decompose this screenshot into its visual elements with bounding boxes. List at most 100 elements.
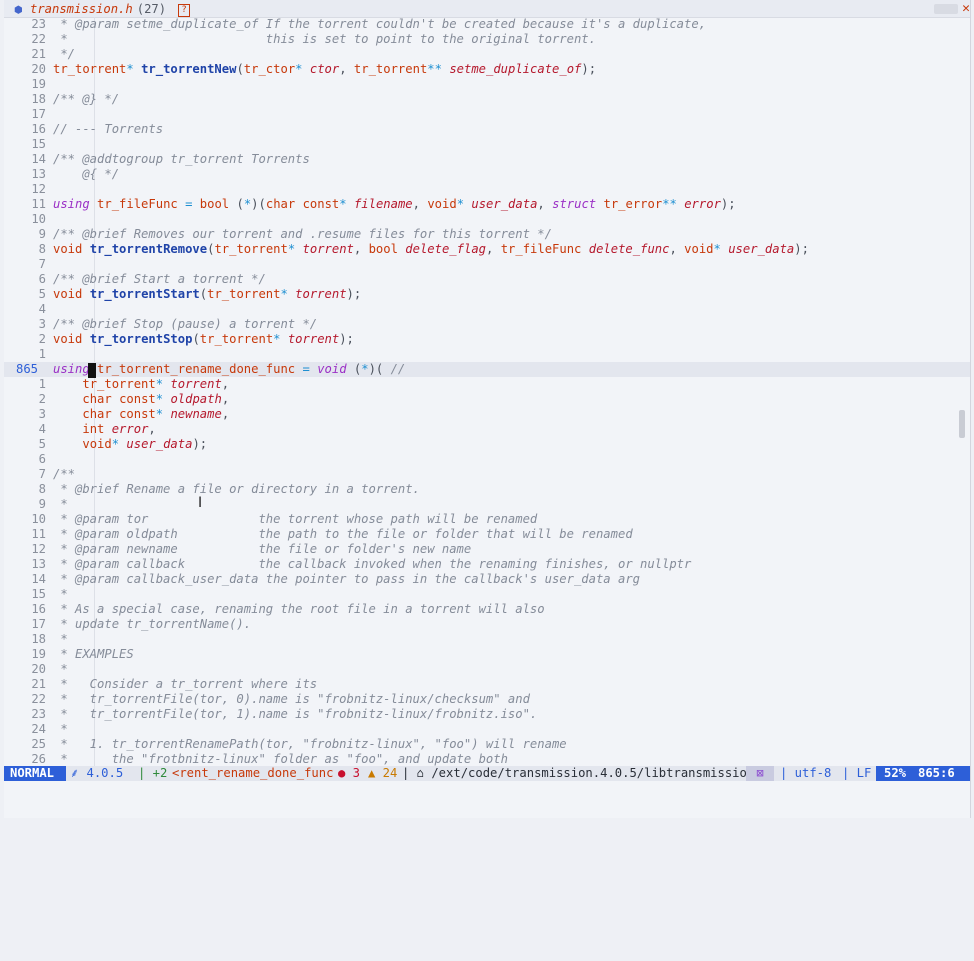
code-token: using: [53, 197, 90, 211]
code-line[interactable]: 4 int error,: [4, 422, 970, 437]
line-number: 13: [31, 557, 46, 571]
code-line[interactable]: 10 * @param tor the torrent whose path w…: [4, 512, 970, 527]
code-line[interactable]: 18 /** @} */: [4, 92, 970, 107]
code-line[interactable]: 13 * @param callback the callback invoke…: [4, 557, 970, 572]
line-number: 3: [38, 317, 46, 331]
code-line[interactable]: 26 * the "frotbnitz-linux" folder as "fo…: [4, 752, 970, 766]
code-token: using: [53, 362, 90, 376]
code-line[interactable]: 6 /** @brief Start a torrent */: [4, 272, 970, 287]
code-token: user_data: [728, 242, 795, 256]
code-line[interactable]: 9 /** @brief Removes our torrent and .res…: [4, 227, 970, 242]
file-type-icon: ⬢: [14, 5, 23, 16]
code-line[interactable]: 13 @{ */: [4, 167, 970, 182]
code-editor[interactable]: 23 * @param setme_duplicate_of If the to…: [4, 17, 970, 766]
code-line[interactable]: 25 * 1. tr_torrentRenamePath(tor, "frobn…: [4, 737, 970, 752]
code-line[interactable]: 11 using tr_fileFunc = bool (*)(char cons…: [4, 197, 970, 212]
line-code: /**: [53, 467, 75, 482]
line-number: 18: [31, 632, 46, 646]
code-line[interactable]: 9 *: [4, 497, 970, 512]
scrollbar-thumb[interactable]: [959, 410, 965, 438]
current-function: <rent_rename_done_func: [172, 766, 334, 780]
code-line[interactable]: 14 /** @addtogroup tr_torrent Torrents: [4, 152, 970, 167]
code-line[interactable]: 11 * @param oldpath the path to the file…: [4, 527, 970, 542]
code-line[interactable]: 7 /**: [4, 467, 970, 482]
code-line[interactable]: 6: [4, 452, 970, 467]
file-path: | ⌂ /ext/code/transmission.4.0.5/libtran…: [402, 766, 755, 780]
navigation-icon: ⊠: [746, 766, 774, 781]
code-line[interactable]: 15: [4, 137, 970, 152]
code-line[interactable]: 1 tr_torrent* torrent,: [4, 377, 970, 392]
code-token: /** @brief Stop (pause) a torrent */: [53, 317, 318, 331]
code-line[interactable]: 10: [4, 212, 970, 227]
code-line[interactable]: 1: [4, 347, 970, 362]
code-line[interactable]: 8 * @brief Rename a file or directory in…: [4, 482, 970, 497]
line-ending: | LF: [842, 766, 872, 780]
line-number: 8: [38, 242, 46, 256]
line-number: 3: [38, 407, 46, 421]
code-line[interactable]: 16 * As a special case, renaming the roo…: [4, 602, 970, 617]
code-token: ,: [353, 242, 369, 256]
code-line[interactable]: 17 * update tr_torrentName().: [4, 617, 970, 632]
code-line[interactable]: 19 * EXAMPLES: [4, 647, 970, 662]
code-token: *: [53, 497, 68, 511]
code-token: (: [346, 362, 362, 376]
code-line[interactable]: 4: [4, 302, 970, 317]
text-cursor: [88, 363, 96, 378]
code-line[interactable]: 14 * @param callback_user_data the point…: [4, 572, 970, 587]
code-line[interactable]: 8 void tr_torrentRemove(tr_torrent* torre…: [4, 242, 970, 257]
line-number: 18: [31, 92, 46, 106]
code-line[interactable]: 20 tr_torrent* tr_torrentNew(tr_ctor* cto…: [4, 62, 970, 77]
line-number: 26: [31, 752, 46, 766]
help-icon[interactable]: ?: [178, 4, 191, 17]
code-line[interactable]: 5 void* user_data);: [4, 437, 970, 452]
code-line[interactable]: 22 * this is set to point to the origina…: [4, 32, 970, 47]
code-line[interactable]: 18 *: [4, 632, 970, 647]
code-line[interactable]: 865 using tr_torrent_rename_done_func = v…: [4, 362, 970, 377]
line-number: 23: [31, 707, 46, 721]
code-line[interactable]: 5 void tr_torrentStart(tr_torrent* torren…: [4, 287, 970, 302]
code-line[interactable]: 12 * @param newname the file or folder's…: [4, 542, 970, 557]
code-line[interactable]: 19: [4, 77, 970, 92]
code-token: )(: [251, 197, 266, 211]
code-line[interactable]: 2 char const* oldpath,: [4, 392, 970, 407]
code-line[interactable]: 17: [4, 107, 970, 122]
code-token: tr_error: [603, 197, 663, 211]
code-token: * the "frotbnitz-linux" folder as "foo",…: [53, 752, 508, 766]
code-token: *: [53, 662, 68, 676]
code-token: //: [390, 362, 406, 376]
code-line[interactable]: 22 * tr_torrentFile(tor, 0).name is "fro…: [4, 692, 970, 707]
code-line[interactable]: 15 *: [4, 587, 970, 602]
command-line[interactable]: [4, 781, 970, 818]
line-number: 21: [31, 47, 46, 61]
code-line[interactable]: 7: [4, 257, 970, 272]
code-line[interactable]: 3 char const* newname,: [4, 407, 970, 422]
close-icon[interactable]: ✕: [959, 1, 973, 16]
code-token: char: [82, 392, 112, 406]
code-token: *: [280, 287, 288, 301]
code-token: * @param setme_duplicate_of If the torre…: [53, 17, 707, 31]
code-token: tr_torrent: [82, 377, 156, 391]
line-code: * Consider a tr_torrent where its: [53, 677, 317, 692]
code-line[interactable]: 24 *: [4, 722, 970, 737]
code-token: void: [82, 437, 112, 451]
line-number: 19: [31, 647, 46, 661]
tab-transmission-h[interactable]: ⬢ transmission.h (27)?: [14, 2, 191, 17]
code-line[interactable]: 16 // --- Torrents: [4, 122, 970, 137]
code-token: error: [111, 422, 149, 436]
line-number: 20: [31, 62, 46, 76]
code-line[interactable]: 23 * @param setme_duplicate_of If the to…: [4, 17, 970, 32]
code-token: *: [713, 242, 721, 256]
code-line[interactable]: 23 * tr_torrentFile(tor, 1).name is "fro…: [4, 707, 970, 722]
code-line[interactable]: 20 *: [4, 662, 970, 677]
code-line[interactable]: 3 /** @brief Stop (pause) a torrent */: [4, 317, 970, 332]
code-token: *: [295, 62, 303, 76]
code-line[interactable]: 21 * Consider a tr_torrent where its: [4, 677, 970, 692]
code-line[interactable]: 12: [4, 182, 970, 197]
code-token: tr_torrent: [53, 62, 127, 76]
code-line[interactable]: 21 */: [4, 47, 970, 62]
code-line[interactable]: 2 void tr_torrentStop(tr_torrent* torrent…: [4, 332, 970, 347]
code-token: * @param oldpath the path to the file or…: [53, 527, 633, 541]
